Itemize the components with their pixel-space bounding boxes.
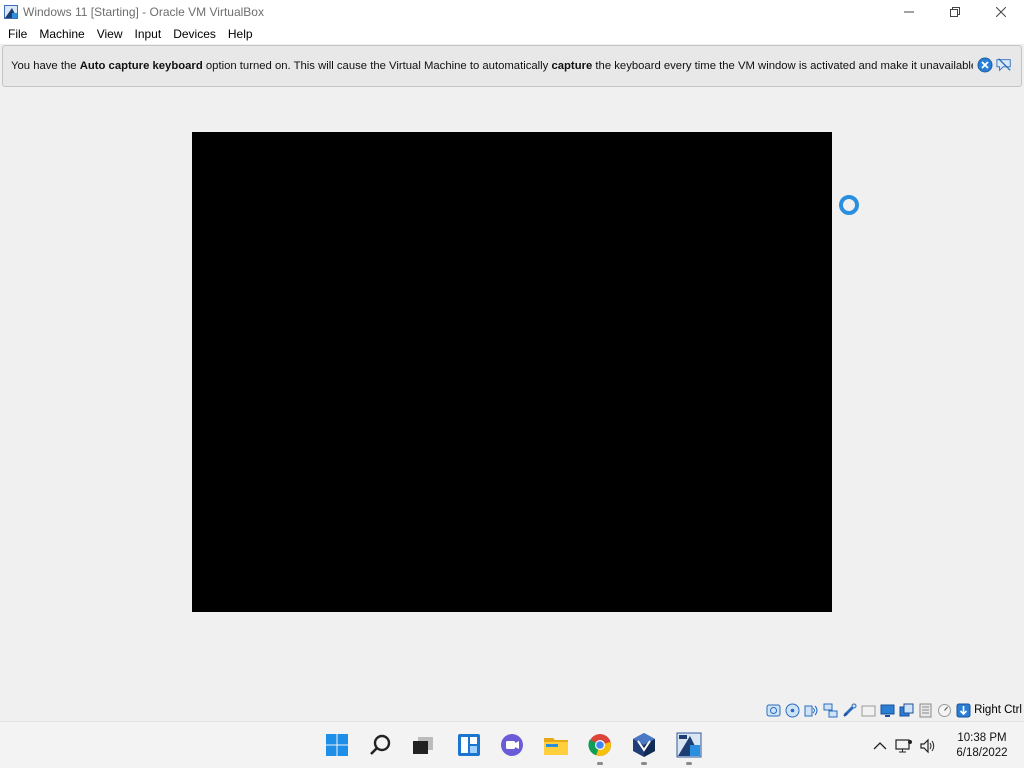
volume-icon xyxy=(920,738,935,753)
close-icon xyxy=(996,7,1006,17)
teams-chat-button[interactable] xyxy=(498,731,526,759)
virtualbox-icon xyxy=(633,733,655,757)
busy-cursor-icon xyxy=(839,195,859,215)
virtualbox-vm-icon xyxy=(676,732,702,758)
hard-disk-icon[interactable] xyxy=(765,702,781,718)
cpu-icon[interactable] xyxy=(936,702,952,718)
menu-view[interactable]: View xyxy=(91,24,129,44)
status-bar: Right Ctrl xyxy=(0,699,1024,721)
chevron-up-icon xyxy=(873,741,887,749)
shared-folders-icon[interactable] xyxy=(860,702,876,718)
optical-drive-icon[interactable] xyxy=(784,702,800,718)
task-view-button[interactable] xyxy=(409,731,437,759)
start-button[interactable] xyxy=(323,731,351,759)
notification-bold-1: Auto capture keyboard xyxy=(79,60,203,72)
do-not-show-again-icon xyxy=(996,58,1011,72)
title-bar[interactable]: Windows 11 [Starting] - Oracle VM Virtua… xyxy=(0,0,1024,24)
file-explorer-icon xyxy=(544,738,568,755)
search-icon xyxy=(370,734,391,755)
menu-input[interactable]: Input xyxy=(129,24,168,44)
notification-bar: You have the Auto capture keyboard optio… xyxy=(2,45,1022,87)
teams-chat-icon xyxy=(501,734,523,756)
chrome-icon xyxy=(588,734,611,757)
virtualbox-vm-button[interactable] xyxy=(675,731,703,765)
network-icon[interactable] xyxy=(822,702,838,718)
widgets-button[interactable] xyxy=(455,731,483,759)
clock-date: 6/18/2022 xyxy=(956,746,1008,759)
running-indicator xyxy=(641,762,647,765)
virtualbox-vm-icon xyxy=(3,4,19,20)
network-icon xyxy=(895,738,912,752)
notification-text-2: option turned on. This will cause the Vi… xyxy=(202,60,552,72)
network-tray-button[interactable] xyxy=(893,735,915,757)
notification-text-3: the keyboard every time the VM window is… xyxy=(592,60,973,72)
task-view-icon xyxy=(413,737,433,754)
start-icon xyxy=(326,734,348,756)
virtualization-icon[interactable] xyxy=(917,702,933,718)
search-button[interactable] xyxy=(367,731,395,759)
show-hidden-icons-button[interactable] xyxy=(869,735,891,757)
chrome-button[interactable] xyxy=(586,731,614,765)
close-notification-icon xyxy=(977,57,993,73)
menu-file[interactable]: File xyxy=(0,24,33,44)
notification-message: You have the Auto capture keyboard optio… xyxy=(11,60,973,72)
do-not-show-again-button[interactable] xyxy=(996,57,1012,73)
system-tray: 10:38 PM 6/18/2022 xyxy=(868,722,1024,768)
menu-help[interactable]: Help xyxy=(222,24,259,44)
window-title: Windows 11 [Starting] - Oracle VM Virtua… xyxy=(23,5,264,19)
clock-time: 10:38 PM xyxy=(957,731,1007,744)
vm-display[interactable] xyxy=(192,132,832,612)
restore-icon xyxy=(950,7,960,17)
audio-icon[interactable] xyxy=(803,702,819,718)
minimize-icon xyxy=(904,11,914,13)
close-notification-button[interactable] xyxy=(977,57,993,73)
volume-tray-button[interactable] xyxy=(917,735,939,757)
video-capture-icon[interactable] xyxy=(898,702,914,718)
clock[interactable]: 10:38 PM 6/18/2022 xyxy=(946,731,1018,761)
menu-bar: File Machine View Input Devices Help xyxy=(0,24,1024,44)
menu-devices[interactable]: Devices xyxy=(167,24,222,44)
running-indicator xyxy=(597,762,603,765)
widgets-icon xyxy=(458,734,480,756)
notification-text-1: You have the xyxy=(11,60,80,72)
menu-machine[interactable]: Machine xyxy=(33,24,90,44)
file-explorer-button[interactable] xyxy=(542,731,570,759)
close-button[interactable] xyxy=(978,0,1024,24)
running-indicator xyxy=(686,762,692,765)
maximize-button[interactable] xyxy=(932,0,978,24)
mouse-integration-icon[interactable] xyxy=(955,702,971,718)
virtualbox-manager-button[interactable] xyxy=(630,731,658,765)
notification-bold-2: capture xyxy=(551,60,593,72)
display-icon[interactable] xyxy=(879,702,895,718)
minimize-button[interactable] xyxy=(886,0,932,24)
usb-icon[interactable] xyxy=(841,702,857,718)
host-key-label[interactable]: Right Ctrl xyxy=(974,704,1022,716)
taskbar: 10:38 PM 6/18/2022 xyxy=(0,721,1024,768)
